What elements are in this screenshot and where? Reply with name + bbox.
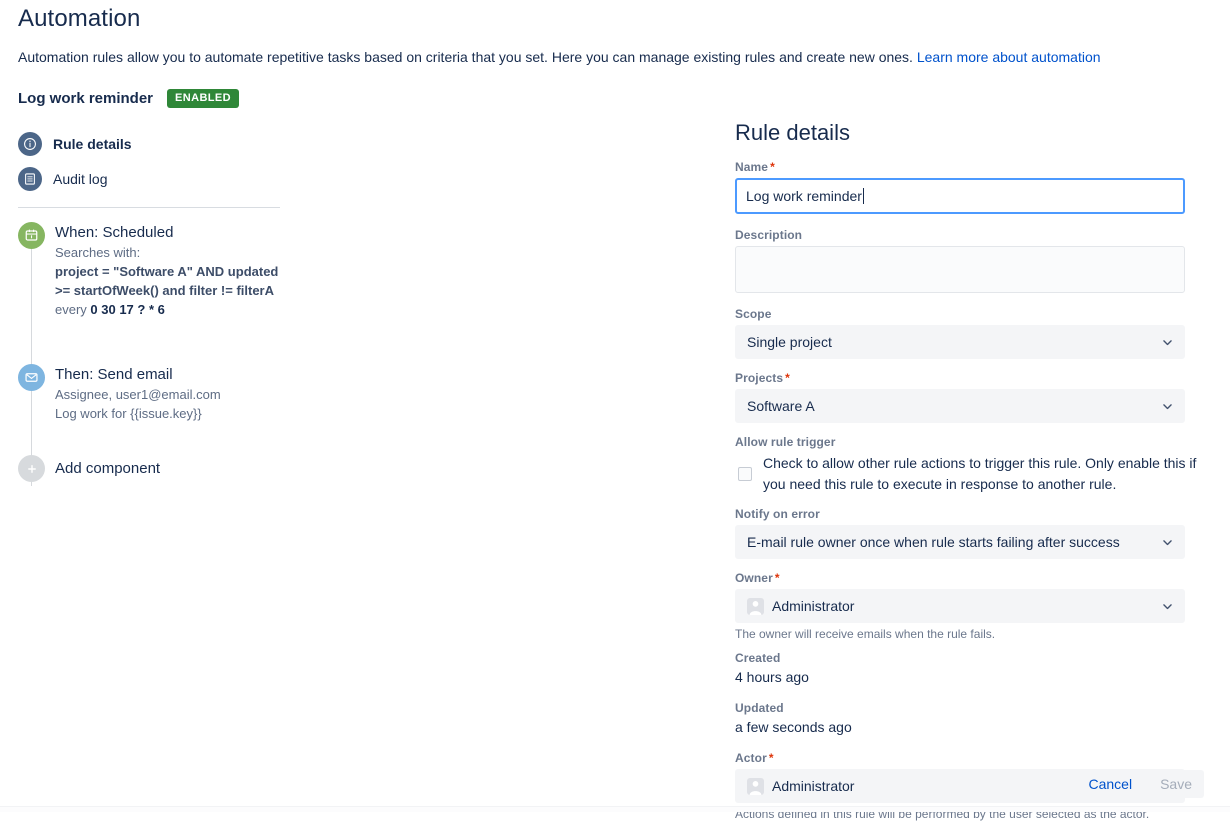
required-marker: * bbox=[774, 571, 780, 585]
projects-value: Software A bbox=[747, 398, 815, 414]
owner-value-wrap: Administrator bbox=[747, 597, 855, 615]
chevron-down-icon bbox=[1161, 536, 1174, 549]
when-sub-label: Searches with: bbox=[55, 245, 141, 260]
notify-on-error-group: Notify on error E-mail rule owner once w… bbox=[735, 507, 1230, 559]
required-marker: * bbox=[770, 160, 775, 174]
owner-value: Administrator bbox=[772, 598, 855, 614]
page-header: Automation Automation rules allow you to… bbox=[0, 0, 1230, 66]
required-marker: * bbox=[785, 371, 790, 385]
then-heading: Then: Send email bbox=[55, 366, 173, 383]
owner-label: Owner * bbox=[735, 571, 1230, 585]
scope-value: Single project bbox=[747, 334, 832, 350]
scope-select[interactable]: Single project bbox=[735, 325, 1185, 359]
page-intro-text: Automation rules allow you to automate r… bbox=[18, 49, 913, 65]
name-input-value: Log work reminder bbox=[746, 188, 862, 204]
cancel-button[interactable]: Cancel bbox=[1078, 770, 1142, 798]
actor-value: Administrator bbox=[772, 778, 855, 794]
created-label: Created bbox=[735, 651, 781, 665]
name-label-text: Name bbox=[735, 160, 769, 174]
allow-rule-trigger-row[interactable]: Check to allow other rule actions to tri… bbox=[735, 453, 1230, 495]
rule-details-panel: Rule details Name * Log work reminder Des… bbox=[735, 108, 1230, 823]
sidebar-item-rule-details[interactable]: Rule details bbox=[18, 126, 735, 161]
rule-name-heading: Log work reminder bbox=[18, 90, 154, 107]
page-intro: Automation rules allow you to automate r… bbox=[18, 48, 1212, 66]
owner-select[interactable]: Administrator bbox=[735, 589, 1185, 623]
avatar bbox=[747, 777, 764, 795]
save-button[interactable]: Save bbox=[1148, 770, 1204, 798]
allow-rule-trigger-description: Check to allow other rule actions to tri… bbox=[763, 455, 1197, 492]
allow-rule-trigger-checkbox[interactable] bbox=[738, 467, 752, 481]
description-input[interactable] bbox=[735, 246, 1185, 293]
form-actions: Cancel Save bbox=[1078, 770, 1204, 798]
name-input[interactable]: Log work reminder bbox=[735, 178, 1185, 214]
name-label: Name * bbox=[735, 160, 1230, 174]
created-value: 4 hours ago bbox=[735, 669, 809, 685]
sidebar-item-audit-log[interactable]: Audit log bbox=[18, 161, 735, 196]
rule-editor-column: Rule details Audit log When: Scheduled S… bbox=[0, 108, 735, 488]
document-list-icon bbox=[18, 166, 42, 191]
panel-title: Rule details bbox=[735, 120, 850, 145]
description-field-group: Description bbox=[735, 228, 1230, 293]
when-jql-line-1: project = "Software A" AND updated bbox=[55, 264, 279, 279]
when-schedule-cron: 0 30 17 ? * 6 bbox=[90, 302, 165, 317]
add-component-label: Add component bbox=[55, 460, 161, 477]
sidebar-item-label: Rule details bbox=[53, 135, 132, 152]
rule-component-then[interactable]: Then: Send email Assignee, user1@email.c… bbox=[18, 364, 735, 423]
required-marker: * bbox=[768, 751, 774, 765]
allow-rule-trigger-group: Allow rule trigger Check to allow other … bbox=[735, 435, 1230, 495]
notify-on-error-label: Notify on error bbox=[735, 507, 820, 521]
notify-on-error-select[interactable]: E-mail rule owner once when rule starts … bbox=[735, 525, 1185, 559]
updated-value: a few seconds ago bbox=[735, 719, 852, 735]
notify-on-error-value: E-mail rule owner once when rule starts … bbox=[747, 534, 1120, 550]
avatar bbox=[747, 597, 764, 615]
then-subject: Log work for {{issue.key}} bbox=[55, 406, 202, 421]
actor-label: Actor * bbox=[735, 751, 1230, 765]
chevron-down-icon bbox=[1161, 336, 1174, 349]
scope-field-group: Scope Single project bbox=[735, 307, 1230, 359]
created-field-group: Created 4 hours ago bbox=[735, 651, 1230, 685]
description-label: Description bbox=[735, 228, 803, 242]
sidebar-item-label: Audit log bbox=[53, 170, 108, 187]
owner-field-group: Owner * Administrator The owner will rec… bbox=[735, 571, 1230, 641]
chevron-down-icon bbox=[1161, 400, 1174, 413]
owner-help-text: The owner will receive emails when the r… bbox=[735, 627, 996, 641]
actor-value-wrap: Administrator bbox=[747, 777, 855, 795]
calendar-schedule-icon bbox=[18, 222, 45, 249]
page-title: Automation bbox=[18, 5, 141, 32]
nav-divider bbox=[18, 207, 280, 208]
text-caret bbox=[862, 188, 864, 204]
updated-field-group: Updated a few seconds ago bbox=[735, 701, 1230, 735]
when-jql-line-2: >= startOfWeek() and filter != filterA bbox=[55, 283, 275, 298]
rule-component-chain: When: Scheduled Searches with: project =… bbox=[18, 222, 735, 488]
rule-component-when[interactable]: When: Scheduled Searches with: project =… bbox=[18, 222, 735, 319]
projects-label-text: Projects bbox=[735, 371, 784, 385]
projects-label: Projects * bbox=[735, 371, 1230, 385]
rule-header: Log work reminder ENABLED bbox=[0, 89, 1230, 108]
scope-label: Scope bbox=[735, 307, 772, 321]
rule-nav: Rule details Audit log bbox=[18, 126, 735, 196]
chevron-down-icon bbox=[1161, 600, 1174, 613]
bottom-band bbox=[0, 806, 1230, 812]
envelope-icon bbox=[18, 364, 45, 391]
when-schedule-prefix: every bbox=[55, 302, 91, 317]
projects-select[interactable]: Software A bbox=[735, 389, 1185, 423]
status-badge: ENABLED bbox=[167, 89, 239, 108]
actor-label-text: Actor bbox=[735, 751, 767, 765]
owner-label-text: Owner bbox=[735, 571, 773, 585]
when-heading: When: Scheduled bbox=[55, 224, 174, 241]
then-recipients: Assignee, user1@email.com bbox=[55, 387, 221, 402]
when-schedule: every 0 30 17 ? * 6 bbox=[55, 300, 278, 319]
info-circle-icon bbox=[18, 131, 42, 156]
projects-field-group: Projects * Software A bbox=[735, 371, 1230, 423]
allow-rule-trigger-label: Allow rule trigger bbox=[735, 435, 836, 449]
learn-more-link[interactable]: Learn more about automation bbox=[917, 49, 1101, 65]
name-field-group: Name * Log work reminder bbox=[735, 160, 1230, 214]
add-component-button[interactable]: Add component bbox=[18, 455, 735, 482]
plus-circle-icon bbox=[18, 455, 45, 482]
updated-label: Updated bbox=[735, 701, 784, 715]
